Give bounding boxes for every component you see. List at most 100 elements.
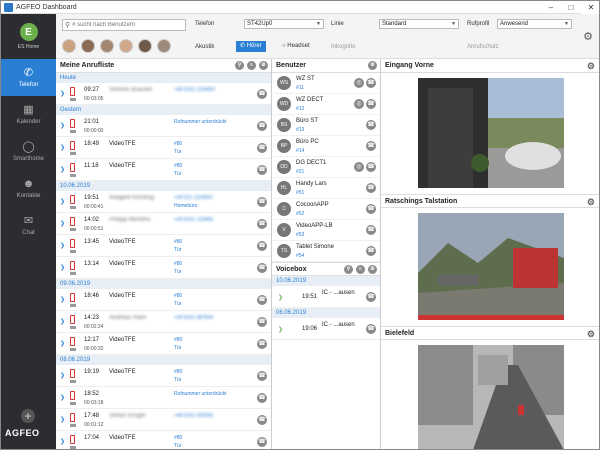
phone-icon[interactable]: ☎ (257, 415, 267, 425)
phone-icon[interactable]: ☎ (366, 120, 376, 130)
chevron-right-icon[interactable]: ❯ (60, 416, 65, 423)
phone-icon[interactable]: ☎ (257, 295, 267, 305)
phone-icon[interactable]: ☎ (257, 89, 267, 99)
linie-select[interactable]: Standard ▼ (379, 19, 459, 29)
inkognito-toggle[interactable]: Inkognito (331, 44, 355, 50)
table-row[interactable]: ❯ 11:18 VideoTFE #80 Tür ☎ (56, 159, 271, 181)
sidebar-item-kontakte[interactable]: ☻ Kontakte (1, 170, 56, 207)
gear-icon[interactable]: ⚙ (587, 197, 595, 208)
chevron-right-icon[interactable]: ❯ (60, 166, 65, 173)
phone-icon[interactable]: ☎ (366, 78, 376, 88)
maximize-icon[interactable]: □ (561, 1, 581, 14)
chevron-right-icon[interactable]: ❯ (60, 296, 65, 303)
phone-icon[interactable]: ☎ (257, 165, 267, 175)
table-row[interactable]: ❯ 18:52 00:03:18 Rufnummer unterdrückt ☎ (56, 387, 271, 409)
list-item[interactable]: C CocoonAPP #52 ☎ (272, 199, 380, 220)
sidebar-item-smarthome[interactable]: ◯ Smarthome (1, 133, 56, 170)
close-icon[interactable]: ✕ (581, 1, 599, 14)
table-row[interactable]: ❯ 17:48 00:01:12 Stefan Krüger +49 5241 5555… (56, 409, 271, 431)
camera-image-ratschings[interactable] (418, 213, 564, 320)
search-icon[interactable]: ⚲ (344, 265, 353, 274)
phone-icon[interactable]: ☎ (257, 121, 267, 131)
phone-icon[interactable]: ☎ (366, 292, 376, 302)
chevron-right-icon[interactable]: ❯ (60, 198, 65, 205)
chevron-right-icon[interactable]: ❯ (60, 264, 65, 271)
gear-icon[interactable]: ⚙ (368, 61, 377, 70)
table-row[interactable]: ❯ 13:14 VideoTFE #80 Tür ☎ (56, 257, 271, 279)
search-icon[interactable]: ⚲ (235, 61, 244, 70)
list-item[interactable]: WS WZ ST #11 ◎ ☎ (272, 73, 380, 94)
chevron-right-icon[interactable]: ❯ (60, 90, 65, 97)
sidebar-item-kalender[interactable]: ▦ Kalender (1, 96, 56, 133)
gear-icon[interactable]: ⚙ (368, 265, 377, 274)
phone-icon[interactable]: ☎ (366, 162, 376, 172)
chevron-right-icon[interactable]: ❯ (60, 242, 65, 249)
phone-icon[interactable]: ☎ (257, 241, 267, 251)
list-icon[interactable]: ≡ (247, 61, 256, 70)
phone-icon[interactable]: ☎ (366, 324, 376, 334)
table-row[interactable]: ❯ 18:46 VideoTFE #80 Tür ☎ (56, 289, 271, 311)
anrufschutz-toggle[interactable]: Anrufschutz (467, 44, 499, 50)
table-row[interactable]: ❯ 19:19 VideoTFE #80 Tür ☎ (56, 365, 271, 387)
gear-icon[interactable]: ⚙ (587, 61, 595, 72)
list-item[interactable]: BP Büro PC #14 ☎ (272, 136, 380, 157)
search-input[interactable] (72, 22, 178, 28)
chevron-right-icon[interactable]: ❯ (60, 340, 65, 347)
list-item[interactable]: TS Tablet Simone #54 ☎ (272, 241, 380, 262)
minimize-icon[interactable]: – (541, 1, 561, 14)
list-item[interactable]: ❯ 19:06 IC - ...ausen ☎ (272, 318, 380, 340)
phone-icon[interactable]: ☎ (257, 197, 267, 207)
headset-button[interactable]: ○ Headset (279, 41, 313, 52)
phone-icon[interactable]: ☎ (257, 371, 267, 381)
gear-icon[interactable]: ⚙ (583, 30, 593, 43)
sidebar-item-chat[interactable]: ✉ Chat (1, 207, 56, 244)
settings-ring-icon[interactable]: ◎ (354, 99, 364, 109)
camera-image-bielefeld[interactable] (418, 345, 564, 449)
chevron-right-icon[interactable]: ❯ (60, 438, 65, 445)
gear-icon[interactable]: ⚙ (259, 61, 268, 70)
table-row[interactable]: ❯ 09:27 00:03:05 Simone Brauner +49 5241 123… (56, 83, 271, 105)
avatar[interactable] (138, 39, 152, 53)
chevron-right-icon[interactable]: ❯ (60, 144, 65, 151)
table-row[interactable]: ❯ 14:02 00:00:51 Philipp Mertens +49 5241 12… (56, 213, 271, 235)
chevron-right-icon[interactable]: ❯ (60, 122, 65, 129)
settings-ring-icon[interactable]: ◎ (354, 78, 364, 88)
phone-icon[interactable]: ☎ (257, 339, 267, 349)
table-row[interactable]: ❯ 21:01 00:00:00 Rufnummer unterdrückt ☎ (56, 115, 271, 137)
chevron-right-icon[interactable]: ❯ (60, 318, 65, 325)
gear-icon[interactable]: ⚙ (587, 329, 595, 340)
chevron-right-icon[interactable]: ❯ (60, 394, 65, 401)
table-row[interactable]: ❯ 17:04 VideoTFE #80 Tür ☎ (56, 431, 271, 449)
camera-image-eingang[interactable] (418, 78, 564, 188)
play-icon[interactable]: ❯ (278, 326, 283, 333)
table-row[interactable]: ❯ 14:23 00:02:24 Andreas Klein +49 5241 9876… (56, 311, 271, 333)
phone-icon[interactable]: ☎ (366, 204, 376, 214)
list-item[interactable]: HL Handy Lars #51 ☎ (272, 178, 380, 199)
phone-icon[interactable]: ☎ (257, 143, 267, 153)
phone-icon[interactable]: ☎ (366, 99, 376, 109)
phone-icon[interactable]: ☎ (257, 317, 267, 327)
avatar[interactable] (100, 39, 114, 53)
list-item[interactable]: V VideoAPP-LB #53 ☎ (272, 220, 380, 241)
table-row[interactable]: ❯ 19:51 00:00:41 Ilsegard Kersting +49 521 1… (56, 191, 271, 213)
list-item[interactable]: BS Büro ST #13 ☎ (272, 115, 380, 136)
avatar[interactable] (157, 39, 171, 53)
phone-icon[interactable]: ☎ (257, 219, 267, 229)
chevron-right-icon[interactable]: ❯ (60, 372, 65, 379)
table-row[interactable]: ❯ 13:45 VideoTFE #80 Tür ☎ (56, 235, 271, 257)
phone-icon[interactable]: ☎ (366, 225, 376, 235)
hoerer-button[interactable]: ✆ Hörer (236, 41, 266, 52)
rufprofil-select[interactable]: Anwesend ▼ (497, 19, 572, 29)
phone-icon[interactable]: ☎ (366, 183, 376, 193)
telefon-select[interactable]: ST42Up0 ▼ (244, 19, 324, 29)
phone-icon[interactable]: ☎ (366, 141, 376, 151)
settings-ring-icon[interactable]: ◎ (354, 162, 364, 172)
phone-icon[interactable]: ☎ (257, 437, 267, 447)
add-button[interactable]: + (21, 409, 35, 423)
sidebar-item-telefon[interactable]: ✆ Telefon (1, 59, 56, 96)
phone-icon[interactable]: ☎ (257, 263, 267, 273)
phone-icon[interactable]: ☎ (366, 246, 376, 256)
avatar[interactable] (62, 39, 76, 53)
list-item[interactable]: ❯ 19:51 IC - ...ausen ☎ (272, 286, 380, 308)
avatar[interactable] (119, 39, 133, 53)
